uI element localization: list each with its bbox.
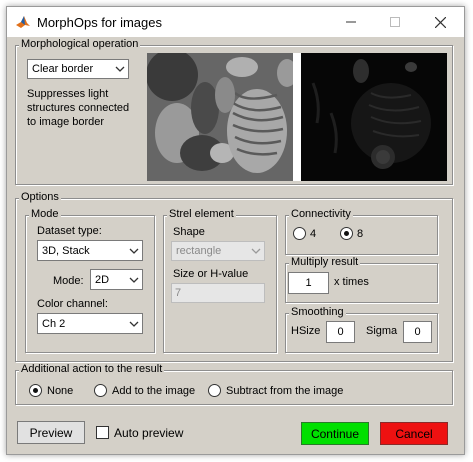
multiply-suffix: x times — [334, 276, 369, 288]
maximize-button[interactable] — [373, 7, 417, 37]
multiply-input[interactable]: 1 — [288, 272, 329, 294]
preview-button[interactable]: Preview — [17, 421, 85, 444]
color-channel-label: Color channel: — [37, 298, 108, 310]
chevron-down-icon — [251, 248, 261, 254]
matlab-icon — [16, 16, 30, 28]
shape-label: Shape — [173, 226, 205, 238]
connectivity-4-label: 4 — [310, 228, 317, 240]
connectivity-8-label: 8 — [357, 228, 364, 240]
auto-preview-checkbox[interactable] — [96, 426, 109, 439]
sigma-input[interactable]: 0 — [403, 321, 432, 343]
size-label: Size or H-value — [173, 268, 249, 280]
chevron-down-icon — [129, 248, 139, 254]
hsize-input[interactable]: 0 — [326, 321, 355, 343]
preview-divider — [293, 53, 301, 181]
maximize-icon — [390, 17, 400, 27]
action-subtract-radio[interactable] — [208, 384, 221, 397]
chevron-down-icon — [129, 321, 139, 327]
hsize-label: HSize — [291, 325, 321, 337]
action-none-label: None — [47, 385, 74, 397]
multiply-legend: Multiply result — [289, 256, 361, 268]
action-none-radio[interactable] — [29, 384, 42, 397]
operation-select-value: Clear border — [32, 63, 94, 75]
close-button[interactable] — [418, 7, 462, 37]
dataset-type-select[interactable]: 3D, Stack — [37, 240, 143, 261]
mode-label: Mode: — [53, 275, 84, 287]
close-icon — [434, 16, 446, 28]
action-add-label: Add to the image — [112, 385, 196, 397]
shape-value: rectangle — [176, 245, 222, 257]
description-line: Suppresses light — [27, 88, 109, 100]
mode-legend: Mode — [29, 208, 61, 220]
dataset-type-value: 3D, Stack — [42, 244, 90, 257]
options-legend: Options — [19, 191, 61, 203]
cancel-button[interactable]: Cancel — [380, 422, 448, 445]
connectivity-8-radio[interactable] — [340, 227, 353, 240]
sigma-label: Sigma — [366, 325, 398, 337]
original-image-preview — [147, 53, 293, 181]
smoothing-legend: Smoothing — [289, 306, 346, 318]
chevron-down-icon — [129, 277, 139, 283]
color-channel-value: Ch 2 — [42, 317, 66, 330]
operation-description: Suppresses light structures connected to… — [27, 87, 129, 129]
action-subtract-label: Subtract from the image — [226, 385, 344, 397]
minimize-icon — [346, 21, 356, 23]
strel-legend: Strel element — [167, 208, 236, 220]
size-input[interactable]: 7 — [171, 283, 265, 303]
mode-value: 2D — [95, 273, 110, 286]
result-image-preview — [301, 53, 447, 181]
chevron-down-icon — [115, 66, 125, 72]
auto-preview-label: Auto preview — [114, 426, 184, 440]
shape-select[interactable]: rectangle — [171, 241, 265, 261]
connectivity-legend: Connectivity — [289, 208, 353, 220]
color-channel-select[interactable]: Ch 2 — [37, 313, 143, 334]
description-line: to image border — [27, 116, 105, 128]
dialog-window: MorphOps for images Morphological operat… — [6, 6, 465, 455]
title-bar[interactable]: MorphOps for images — [7, 7, 464, 37]
minimize-button[interactable] — [329, 7, 373, 37]
description-line: structures connected — [27, 102, 130, 114]
morph-operation-legend: Morphological operation — [19, 38, 141, 50]
action-add-radio[interactable] — [94, 384, 107, 397]
window-title: MorphOps for images — [37, 15, 162, 30]
dataset-type-label: Dataset type: — [37, 225, 102, 237]
continue-button[interactable]: Continue — [301, 422, 369, 445]
operation-select[interactable]: Clear border — [27, 59, 129, 79]
mode-select[interactable]: 2D — [90, 269, 143, 290]
connectivity-4-radio[interactable] — [293, 227, 306, 240]
additional-action-legend: Additional action to the result — [19, 363, 165, 375]
